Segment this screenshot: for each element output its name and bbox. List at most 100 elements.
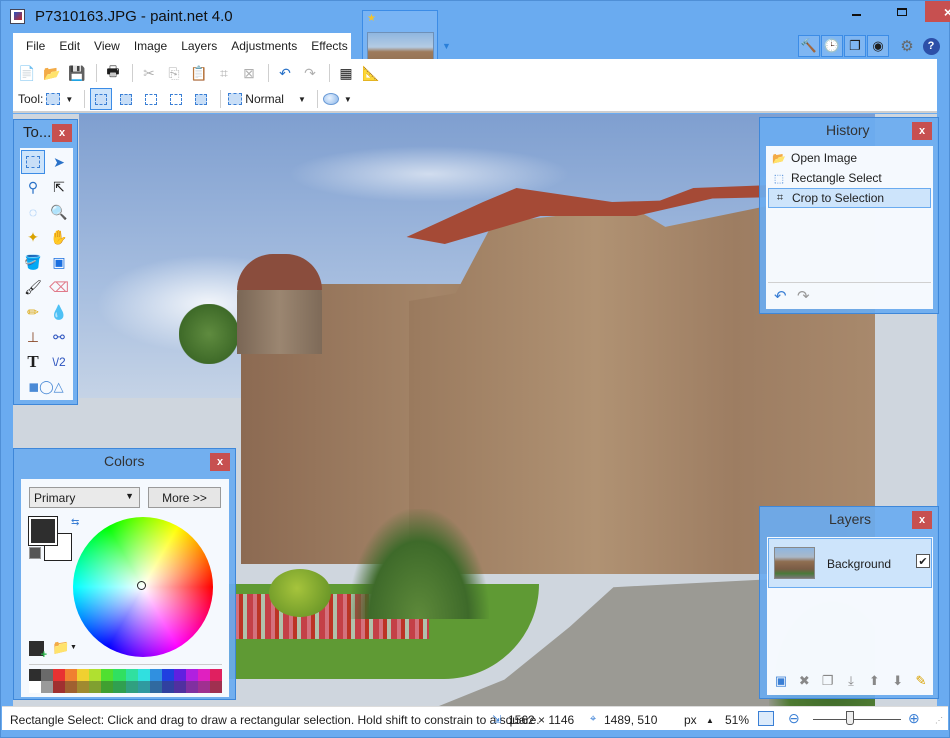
colors-window-title[interactable]: Colors [104, 453, 144, 469]
color-mode-select[interactable]: Primary ▼ [29, 487, 140, 508]
menu-edit[interactable]: Edit [52, 39, 87, 53]
layer-row[interactable]: Background ✔ [768, 538, 932, 588]
history-item[interactable]: 📂 Open Image [768, 148, 931, 168]
history-window-title[interactable]: History [826, 122, 870, 138]
image-list-dropdown-icon[interactable]: ▼ [442, 41, 451, 51]
layer-visibility-checkbox[interactable]: ✔ [916, 554, 930, 568]
palette-swatch[interactable] [137, 669, 150, 681]
palette-swatch[interactable] [185, 669, 198, 681]
layers-window-close-button[interactable]: x [912, 511, 932, 529]
palette-swatch[interactable] [125, 681, 138, 693]
add-layer-button[interactable]: ▣ [771, 673, 791, 693]
paste-button[interactable]: 📋 [188, 62, 210, 84]
menu-image[interactable]: Image [127, 39, 174, 53]
history-undo-button[interactable]: ↶ [774, 287, 787, 305]
tool-move-selection[interactable]: ⇱ [47, 175, 71, 199]
color-wheel-cursor[interactable] [137, 581, 146, 590]
tool-paint-bucket[interactable]: 🪣 [21, 250, 45, 274]
palette-swatch[interactable] [89, 669, 102, 681]
palette-swatch[interactable] [77, 669, 90, 681]
palette-swatch[interactable] [101, 669, 114, 681]
tools-window-close-button[interactable]: x [52, 124, 72, 142]
history-item-selected[interactable]: ⌗ Crop to Selection [768, 188, 931, 208]
save-button[interactable]: 💾 [66, 62, 88, 84]
rulers-toggle[interactable]: 📐 [360, 62, 382, 84]
zoom-slider-track[interactable] [813, 719, 901, 720]
history-window-toggle[interactable]: 🕒 [821, 35, 843, 57]
palette-swatch[interactable] [209, 681, 222, 693]
close-button[interactable]: × [925, 1, 950, 22]
tool-text[interactable]: T [21, 350, 45, 374]
move-layer-down-button[interactable]: ⬇ [888, 673, 908, 693]
palette-swatch[interactable] [41, 669, 54, 681]
palette-swatch[interactable] [149, 669, 162, 681]
more-button[interactable]: More >> [148, 487, 221, 508]
tool-gradient[interactable]: ▣ [47, 250, 71, 274]
blend-mode-select[interactable]: Normal [245, 92, 284, 106]
color-wheel[interactable] [73, 517, 213, 657]
tool-pan[interactable]: ✋ [47, 225, 71, 249]
tool-pencil[interactable]: ✏ [21, 300, 45, 324]
units-dropdown-icon[interactable]: ▲ [706, 716, 714, 725]
palette-swatch[interactable] [197, 669, 210, 681]
zoom-in-button[interactable]: ⊕ [908, 710, 920, 727]
tool-dropdown-icon[interactable]: ▼ [65, 95, 73, 104]
palette-swatch[interactable] [41, 681, 54, 693]
duplicate-layer-button[interactable]: ❐ [818, 673, 838, 693]
help-button[interactable]: ? [921, 36, 941, 56]
tool-move-selected-pixels[interactable]: ➤ [47, 150, 71, 174]
palette-swatch[interactable] [173, 669, 186, 681]
antialiasing-icon[interactable] [322, 93, 339, 105]
deselect-button[interactable]: ⊠ [238, 62, 260, 84]
current-tool-rectangle-select-icon[interactable] [46, 93, 61, 105]
history-redo-button[interactable]: ↷ [797, 287, 810, 305]
tool-clone-stamp[interactable]: ⊥ [21, 325, 45, 349]
tool-rectangle-select[interactable] [21, 150, 45, 174]
delete-layer-button[interactable]: ✖ [794, 673, 814, 693]
menu-layers[interactable]: Layers [174, 39, 224, 53]
palette-swatch[interactable] [101, 681, 114, 693]
print-button[interactable]: 🖶 [102, 62, 124, 84]
undo-button[interactable]: ↶ [274, 62, 296, 84]
crop-to-selection-button[interactable]: ⌗ [213, 62, 235, 84]
open-button[interactable]: 📂 [41, 62, 63, 84]
blend-mode-dropdown-icon[interactable]: ▼ [298, 95, 306, 104]
palette-dropdown-icon[interactable]: ▼ [70, 644, 77, 651]
reset-colors-icon[interactable] [29, 547, 41, 559]
colors-window-close-button[interactable]: x [210, 453, 230, 471]
antialiasing-dropdown-icon[interactable]: ▼ [344, 95, 352, 104]
add-to-palette-icon[interactable] [29, 641, 47, 661]
selection-mode-replace[interactable] [90, 88, 113, 110]
palette-swatch[interactable] [53, 669, 66, 681]
new-image-button[interactable]: 📄 [16, 62, 38, 84]
tool-magic-wand[interactable]: ✦ [21, 225, 45, 249]
palette-swatch[interactable] [161, 669, 174, 681]
menu-effects[interactable]: Effects [304, 39, 354, 53]
selection-mode-union[interactable] [115, 88, 137, 110]
palette-swatch[interactable] [161, 681, 174, 693]
zoom-out-button[interactable]: ⊖ [788, 710, 800, 727]
zoom-slider-thumb[interactable] [845, 711, 854, 725]
resize-grip-icon[interactable]: ⋰ [935, 716, 943, 725]
copy-button[interactable]: ⎘ [163, 62, 185, 84]
selection-mode-xor[interactable] [190, 88, 212, 110]
palette-swatch[interactable] [185, 681, 198, 693]
palette-swatch[interactable] [65, 669, 78, 681]
palette-swatch[interactable] [197, 681, 210, 693]
palette-swatch[interactable] [29, 681, 42, 693]
palette-swatch[interactable] [173, 681, 186, 693]
palette-menu-icon[interactable]: 📁 [52, 639, 69, 656]
palette-swatch[interactable] [113, 669, 126, 681]
tool-line-curve[interactable]: \/2 [47, 350, 71, 374]
tool-shapes[interactable]: ◼◯△ [21, 375, 71, 399]
colors-window-toggle[interactable]: ◉ [867, 35, 889, 57]
tool-eraser[interactable]: ⌫ [47, 275, 71, 299]
selection-mode-exclude[interactable] [140, 88, 162, 110]
tools-window-toggle[interactable]: 🔨 [798, 35, 820, 57]
menu-adjustments[interactable]: Adjustments [224, 39, 304, 53]
tools-window-title[interactable]: To... [23, 124, 51, 141]
cut-button[interactable]: ✂ [138, 62, 160, 84]
palette-swatch[interactable] [89, 681, 102, 693]
palette-swatch[interactable] [125, 669, 138, 681]
zoom-level[interactable]: 51% [725, 713, 749, 727]
